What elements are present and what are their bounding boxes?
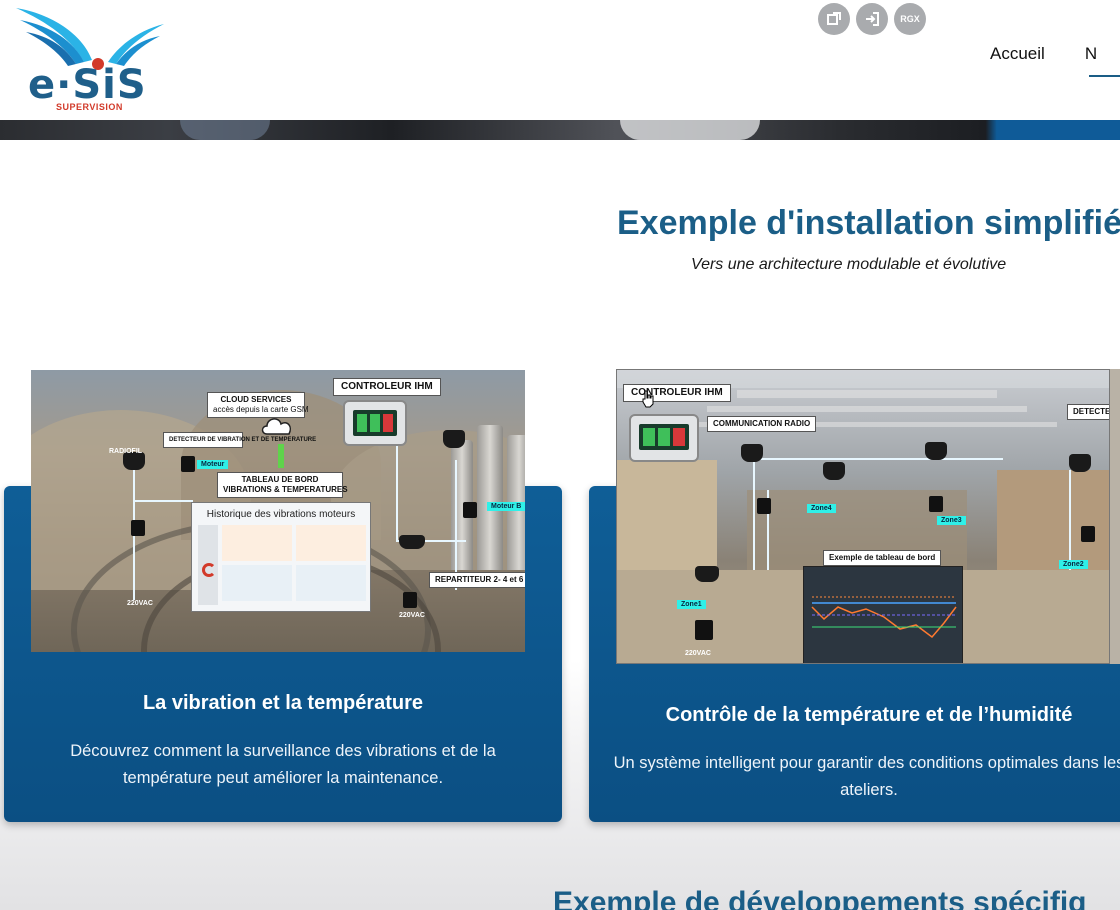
vibration-installation-image[interactable]: CONTROLEUR IHM CLOUD SERVICES accès depu… xyxy=(31,370,525,652)
rgx-icon[interactable]: RGX xyxy=(894,3,926,35)
label-zone2: Zone2 xyxy=(1059,560,1088,569)
card-title: La vibration et la température xyxy=(142,692,424,714)
section-subtitle: Vers une architecture modulable et évolu… xyxy=(691,256,1007,273)
label-dashboard: Exemple de tableau de bord xyxy=(823,550,942,566)
site-logo[interactable]: e·SiS SUPERVISION xyxy=(12,4,167,116)
label-radiofil: RADIOFIL xyxy=(109,448,143,455)
label-controller: CONTROLEUR IHM xyxy=(623,384,731,402)
label-detector: DETECTEUR DE VIBRATION ET DE TEMPERATURE xyxy=(163,432,316,448)
nav-item-next[interactable]: N xyxy=(1085,44,1097,64)
main-nav: Accueil N xyxy=(990,44,1097,64)
humidity-installation-image[interactable]: CONTROLEUR IHM COMMUNICATION RADIO DETEC… xyxy=(616,369,1110,664)
label-zone4: Zone4 xyxy=(807,504,836,513)
dashboard-thumbnail xyxy=(803,566,963,663)
logo-subtitle: SUPERVISION xyxy=(56,102,123,112)
nav-active-indicator xyxy=(1089,75,1120,77)
external-link-icon[interactable] xyxy=(818,3,850,35)
card-description: Découvrez comment la surveillance des vi… xyxy=(70,742,496,787)
label-zone3: Zone3 xyxy=(937,516,966,525)
cloud-icon xyxy=(261,418,292,435)
hero-image-bottom xyxy=(0,120,1120,140)
image-overflow-edge xyxy=(1110,369,1120,664)
label-detector: DETECTE ET DE T xyxy=(1067,404,1109,420)
nav-item-accueil[interactable]: Accueil xyxy=(990,44,1045,64)
section-title: Exemple d'installation simplifiée xyxy=(617,204,1120,242)
card-description: Un système intelligent pour garantir des… xyxy=(613,754,1120,799)
next-section-title: Exemple de développements spécifiq xyxy=(553,886,1087,910)
label-volt-2: 220VAC xyxy=(399,612,425,619)
hand-cursor-icon xyxy=(642,390,654,408)
label-repartiteur: REPARTITEUR 2- 4 et 6 POINTS xyxy=(429,572,525,588)
dashboard-thumbnail: Historique des vibrations moteurs xyxy=(191,502,371,612)
label-volt: 220VAC xyxy=(685,650,711,657)
label-radio: COMMUNICATION RADIO xyxy=(707,416,817,432)
label-zone1: Zone1 xyxy=(677,600,706,609)
label-volt-1: 220VAC xyxy=(127,600,153,607)
label-controller: CONTROLEUR IHM xyxy=(333,378,441,396)
site-header: e·SiS SUPERVISION RGX Accueil N xyxy=(0,0,1120,120)
card-title: Contrôle de la température et de l’humid… xyxy=(665,704,1073,726)
label-moteur-b: Moteur B xyxy=(487,502,525,511)
label-dashboard: TABLEAU DE BORD VIBRATIONS & TEMPERATURE… xyxy=(217,472,348,498)
floating-toolbar: RGX xyxy=(818,3,926,35)
label-moteur: Moteur xyxy=(197,460,229,469)
login-icon[interactable] xyxy=(856,3,888,35)
